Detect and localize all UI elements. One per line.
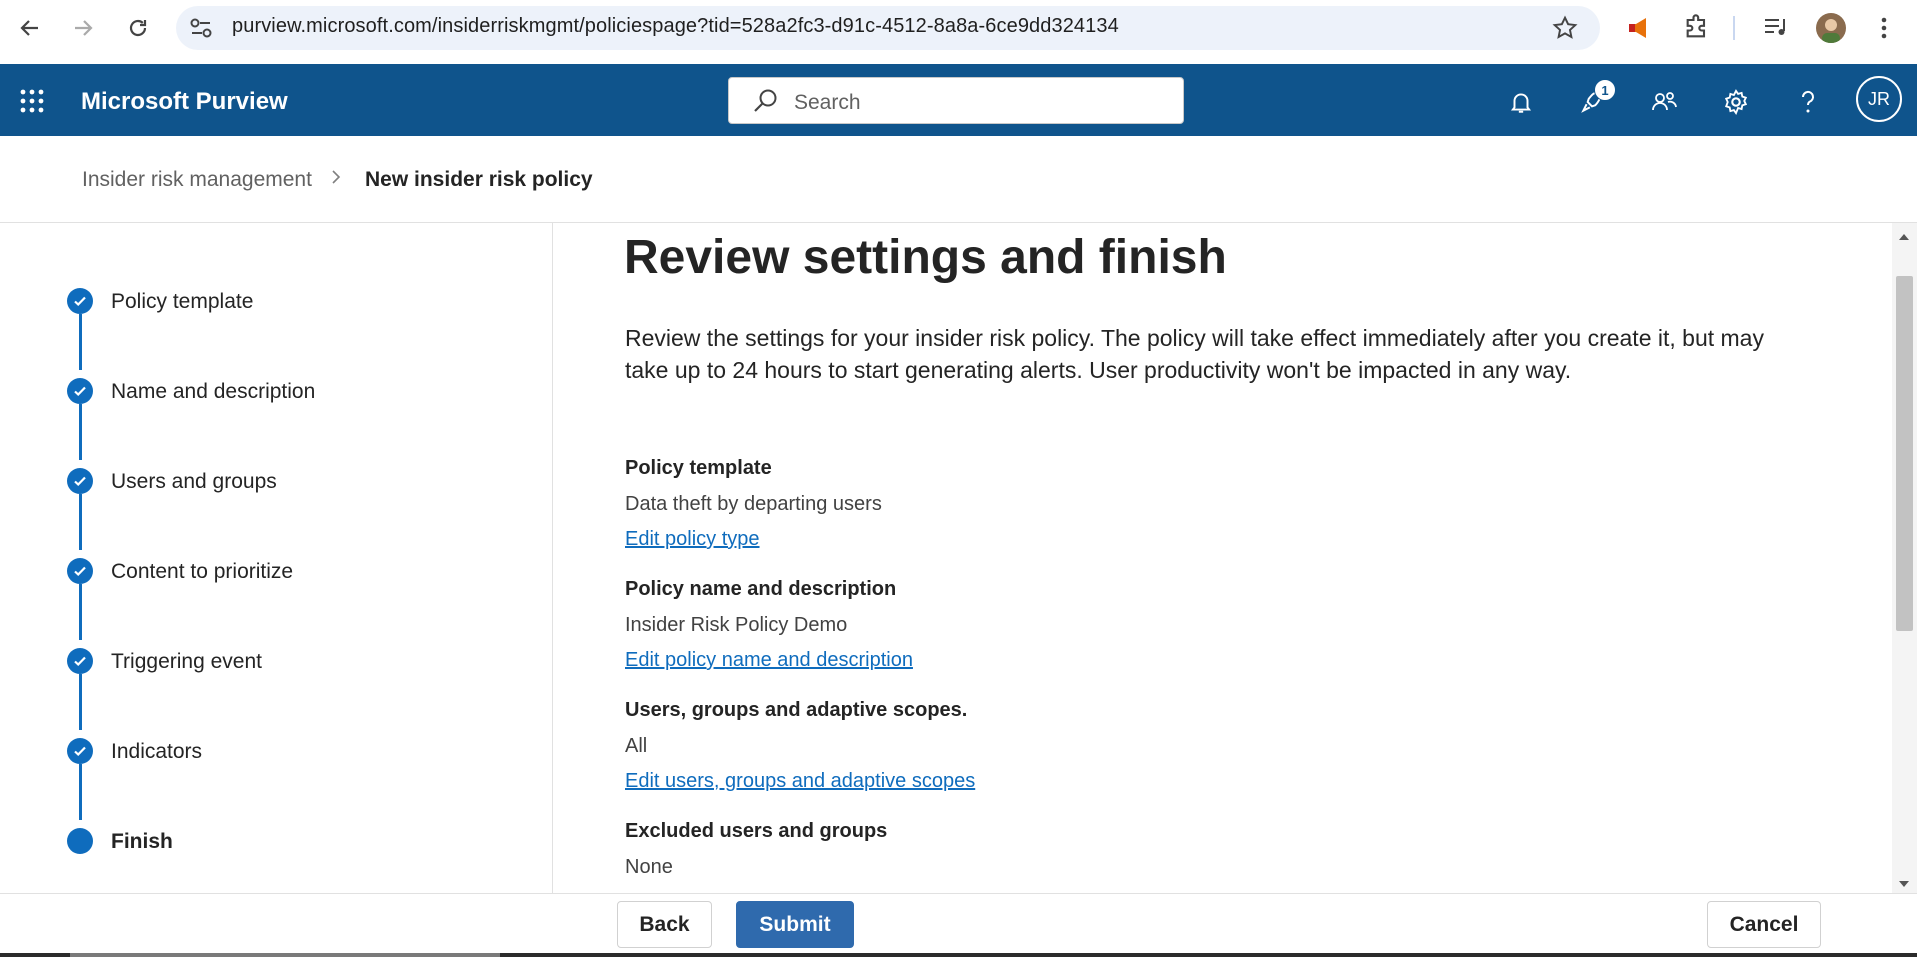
section-heading: Policy template — [625, 457, 772, 479]
chevron-right-icon — [330, 166, 342, 194]
step-connector — [79, 314, 82, 370]
bookmark-star-icon[interactable] — [1552, 15, 1578, 46]
section-heading: Policy name and description — [625, 578, 897, 600]
search-placeholder: Search — [794, 91, 861, 114]
extension-megaphone-icon[interactable] — [1627, 15, 1655, 46]
section-heading: Users, groups and adaptive scopes. — [625, 699, 968, 721]
step-content-to-prioritize[interactable]: Content to prioritize — [111, 560, 293, 584]
checkmark-icon — [67, 558, 93, 584]
breadcrumb-parent-link[interactable]: Insider risk management — [82, 168, 312, 192]
step-name-and-description[interactable]: Name and description — [111, 380, 315, 404]
divider — [0, 222, 1917, 223]
community-people-icon[interactable] — [1644, 82, 1684, 122]
site-settings-icon[interactable] — [188, 16, 214, 45]
current-step-dot — [67, 828, 93, 854]
toolbar-divider — [1733, 16, 1735, 40]
taskbar-edge — [70, 953, 500, 957]
checkmark-icon — [67, 648, 93, 674]
step-connector — [79, 494, 82, 550]
media-playlist-icon[interactable] — [1763, 15, 1791, 44]
edit-users-groups-link[interactable]: Edit users, groups and adaptive scopes — [625, 770, 975, 793]
submit-button[interactable]: Submit — [736, 901, 854, 948]
section-value: Data theft by departing users — [625, 493, 882, 515]
profile-avatar-icon[interactable] — [1816, 13, 1846, 43]
step-policy-template[interactable]: Policy template — [111, 290, 253, 314]
step-finish[interactable]: Finish — [111, 830, 173, 854]
wizard-footer — [0, 893, 1917, 958]
app-title[interactable]: Microsoft Purview — [81, 88, 288, 116]
checkmark-icon — [67, 738, 93, 764]
step-connector — [79, 674, 82, 730]
reload-icon[interactable] — [120, 10, 156, 46]
app-launcher-icon[interactable] — [19, 88, 45, 119]
settings-gear-icon[interactable] — [1716, 82, 1756, 122]
edit-policy-name-link[interactable]: Edit policy name and description — [625, 649, 913, 672]
back-button[interactable]: Back — [617, 901, 712, 948]
step-connector — [79, 404, 82, 460]
section-heading: Excluded users and groups — [625, 820, 888, 842]
checkmark-icon — [67, 288, 93, 314]
forward-arrow-icon[interactable] — [65, 10, 101, 46]
step-connector — [79, 764, 82, 820]
step-triggering-event[interactable]: Triggering event — [111, 650, 262, 674]
cancel-button[interactable]: Cancel — [1707, 901, 1821, 948]
url-text[interactable]: purview.microsoft.com/insiderriskmgmt/po… — [232, 15, 1119, 38]
notifications-bell-icon[interactable] — [1501, 82, 1541, 122]
divider — [552, 223, 553, 893]
scroll-up-arrow-icon[interactable] — [1897, 229, 1911, 247]
edit-policy-type-link[interactable]: Edit policy type — [625, 528, 760, 551]
back-arrow-icon[interactable] — [12, 10, 48, 46]
scroll-down-arrow-icon[interactable] — [1897, 876, 1911, 894]
help-question-icon[interactable] — [1788, 82, 1828, 122]
page-title: Review settings and finish — [624, 231, 1227, 284]
breadcrumb-current: New insider risk policy — [365, 168, 593, 191]
user-avatar[interactable]: JR — [1856, 76, 1902, 122]
search-icon — [751, 87, 779, 120]
step-connector — [79, 584, 82, 640]
section-value: All — [625, 735, 648, 757]
notification-count-badge: 1 — [1594, 79, 1616, 101]
step-users-and-groups[interactable]: Users and groups — [111, 470, 277, 494]
browser-menu-icon[interactable] — [1876, 14, 1892, 47]
step-indicators[interactable]: Indicators — [111, 740, 202, 764]
section-value: None — [625, 856, 673, 878]
scrollbar-thumb[interactable] — [1896, 276, 1913, 631]
checkmark-icon — [67, 468, 93, 494]
extensions-puzzle-icon[interactable] — [1683, 13, 1711, 46]
intro-text: Review the settings for your insider ris… — [625, 325, 1764, 383]
section-value: Insider Risk Policy Demo — [625, 614, 848, 636]
checkmark-icon — [67, 378, 93, 404]
